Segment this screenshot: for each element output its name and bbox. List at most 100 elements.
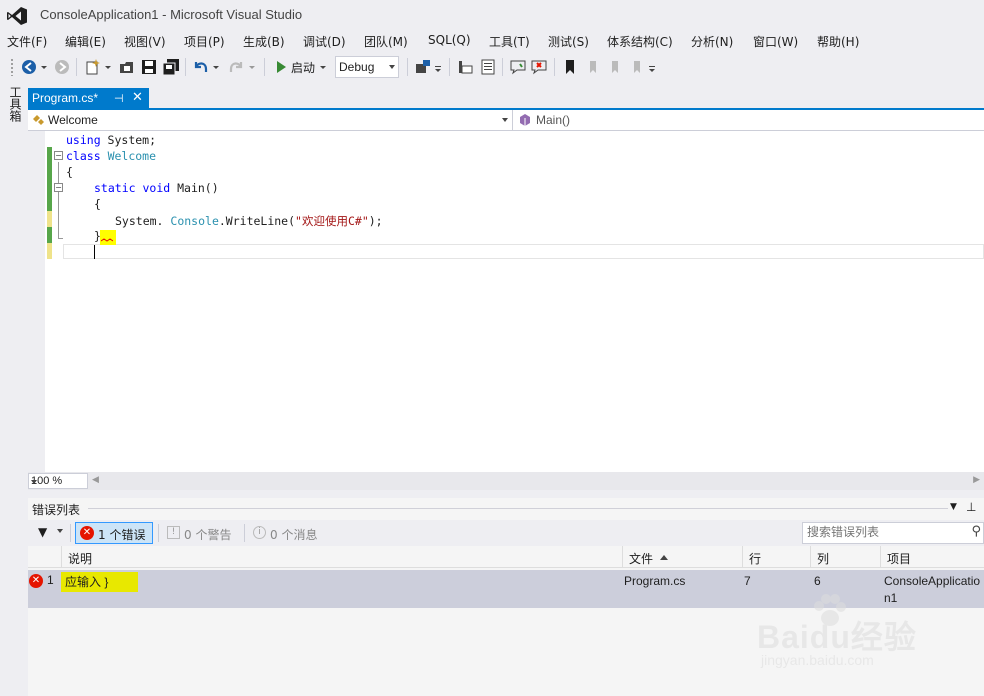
editor-bottom-bar: 100 % ◀ ▶ — [28, 472, 984, 490]
start-dropdown-icon[interactable] — [319, 58, 327, 76]
collapse-class-icon[interactable]: − — [54, 151, 63, 160]
errors-filter-toggle[interactable]: ✕ 1 个错误 — [75, 522, 153, 544]
redo-dropdown-icon[interactable] — [248, 58, 256, 76]
menu-window[interactable]: 窗口(W) — [753, 33, 798, 50]
new-project-icon[interactable] — [84, 58, 102, 76]
redo-icon[interactable] — [227, 58, 245, 76]
code-line-5: { — [94, 197, 101, 211]
code-text: System. — [115, 214, 164, 228]
column-label: 说明 — [68, 552, 93, 566]
document-tab-program[interactable]: Program.cs* ⊣ ✕ — [28, 88, 149, 109]
properties-window-icon[interactable] — [479, 58, 497, 76]
comment-add-icon[interactable] — [509, 58, 527, 76]
change-tracking-saved — [47, 147, 52, 211]
menu-architecture[interactable]: 体系结构(C) — [607, 33, 673, 50]
solution-explorer-icon[interactable] — [457, 58, 475, 76]
auto-hide-pin-icon[interactable]: ⊥ — [966, 500, 976, 514]
back-dropdown-icon[interactable] — [40, 58, 48, 76]
panel-splitter[interactable] — [28, 490, 984, 498]
code-line-1: using System; — [66, 133, 156, 147]
filter-dropdown-icon[interactable] — [57, 529, 63, 533]
pin-tab-icon[interactable]: ⊣ — [114, 92, 124, 105]
window-position-dropdown-icon[interactable]: ▼ — [950, 502, 957, 512]
start-debugging-icon[interactable] — [272, 58, 290, 76]
scroll-right-icon[interactable]: ▶ — [973, 475, 980, 485]
warnings-filter-toggle[interactable]: ! 0 个警告 — [164, 522, 242, 544]
error-file: Program.cs — [624, 574, 686, 588]
start-button[interactable]: 启动 — [291, 59, 315, 76]
menu-sql[interactable]: SQL(Q) — [428, 33, 471, 47]
undo-dropdown-icon[interactable] — [212, 58, 220, 76]
toolbar-separator — [76, 58, 77, 76]
error-column: 6 — [814, 574, 821, 588]
menu-tools[interactable]: 工具(T) — [489, 33, 530, 50]
find-in-files-icon[interactable] — [414, 58, 432, 76]
search-icon[interactable]: ⚲ — [971, 524, 981, 539]
menu-team[interactable]: 团队(M) — [364, 33, 408, 50]
column-header-project[interactable]: 项目 — [880, 546, 984, 568]
bookmarks-overflow-icon[interactable] — [648, 58, 656, 76]
column-header-description[interactable]: 说明 — [61, 546, 622, 568]
new-project-dropdown-icon[interactable] — [104, 58, 112, 76]
next-bookmark-icon[interactable] — [606, 58, 624, 76]
comment-remove-icon[interactable] — [530, 58, 548, 76]
menu-build[interactable]: 生成(B) — [243, 33, 285, 50]
errors-count-label: 1 个错误 — [98, 528, 146, 542]
column-label: 列 — [817, 552, 830, 566]
menu-edit[interactable]: 编辑(E) — [65, 33, 106, 50]
column-header-file[interactable]: 文件 — [622, 546, 742, 568]
configuration-value: Debug — [339, 60, 375, 74]
class-icon — [33, 115, 44, 125]
member-select[interactable]: Main() — [516, 110, 984, 130]
messages-count-label: 0 个消息 — [270, 528, 318, 542]
toolbox-tab[interactable]: 工具箱 — [5, 86, 22, 122]
type-select[interactable]: Welcome — [28, 110, 513, 130]
code-text: Main() — [170, 181, 219, 195]
menu-file[interactable]: 文件(F) — [7, 33, 47, 50]
toolbar-separator — [554, 58, 555, 76]
error-squiggle-icon — [101, 238, 113, 242]
error-description: 应输入 } — [65, 575, 109, 589]
error-list-search[interactable]: ⚲ — [802, 522, 984, 544]
member-select-value: Main() — [536, 113, 571, 127]
previous-bookmark-icon[interactable] — [584, 58, 602, 76]
close-tab-icon[interactable]: ✕ — [132, 90, 143, 105]
menu-debug[interactable]: 调试(D) — [303, 33, 346, 50]
type-select-value: Welcome — [48, 113, 98, 127]
keyword: using — [66, 133, 101, 147]
navigate-forward-icon[interactable] — [53, 58, 71, 76]
collapse-method-icon[interactable]: − — [54, 183, 63, 192]
keyword: class — [66, 149, 101, 163]
open-file-icon[interactable] — [118, 58, 136, 76]
menu-analyze[interactable]: 分析(N) — [691, 33, 733, 50]
toolbar-grip[interactable] — [10, 58, 14, 76]
column-header-line[interactable]: 行 — [742, 546, 810, 568]
navigate-back-icon[interactable] — [20, 58, 38, 76]
toolbar-overflow-icon[interactable] — [434, 58, 442, 76]
save-all-icon[interactable] — [162, 58, 180, 76]
warnings-count-label: 0 个警告 — [184, 528, 232, 542]
zoom-select[interactable]: 100 % — [28, 473, 88, 489]
navigation-bar: Welcome Main() — [28, 110, 984, 131]
menu-view[interactable]: 视图(V) — [124, 33, 166, 50]
column-header-column[interactable]: 列 — [810, 546, 880, 568]
search-input[interactable] — [807, 525, 957, 539]
column-label: 行 — [749, 552, 762, 566]
save-icon[interactable] — [140, 58, 158, 76]
info-icon: i — [253, 526, 266, 539]
menu-project[interactable]: 项目(P) — [184, 33, 225, 50]
undo-icon[interactable] — [192, 58, 210, 76]
solution-configuration-select[interactable]: Debug — [335, 56, 399, 78]
menu-test[interactable]: 测试(S) — [548, 33, 589, 50]
toolbox-sidebar — [0, 84, 26, 696]
clear-bookmarks-icon[interactable] — [628, 58, 646, 76]
messages-filter-toggle[interactable]: i 0 个消息 — [250, 522, 328, 544]
menu-help[interactable]: 帮助(H) — [817, 33, 859, 50]
change-tracking-unsaved — [47, 243, 52, 259]
bookmark-icon[interactable] — [561, 58, 579, 76]
scroll-left-icon[interactable]: ◀ — [92, 475, 99, 485]
change-tracking-unsaved — [47, 211, 52, 227]
change-tracking-saved — [47, 227, 52, 243]
method-icon — [520, 114, 530, 126]
filter-icon[interactable]: ▼ — [38, 525, 47, 539]
